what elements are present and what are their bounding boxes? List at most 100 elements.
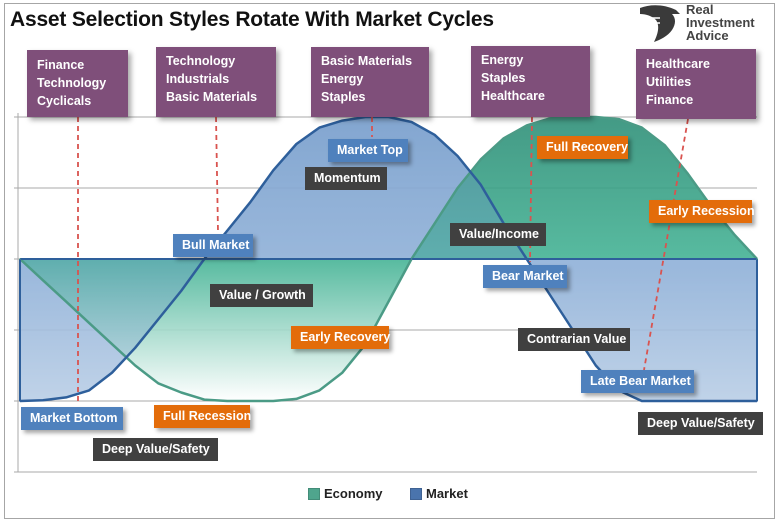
- market-point: [641, 400, 643, 402]
- economy-phase-label: Early Recovery: [291, 326, 390, 349]
- market-point: [134, 346, 136, 349]
- sector-item: Cyclicals: [37, 94, 92, 108]
- economy-point: [664, 144, 666, 147]
- sector-box: Technology Industrials Basic Materials: [156, 47, 276, 117]
- style-label: Deep Value/Safety: [93, 438, 218, 461]
- economy-point: [295, 398, 298, 400]
- economy-point: [226, 400, 229, 402]
- market-point: [272, 169, 275, 172]
- economy-point: [756, 258, 758, 260]
- sector-item: Finance: [37, 58, 85, 72]
- economy-point: [180, 391, 183, 394]
- market-point: [111, 371, 113, 374]
- market-phase-label: Late Bear Market: [581, 370, 694, 393]
- sector-item: Technology: [166, 54, 236, 68]
- economy-swatch-icon: [308, 487, 320, 500]
- market-phase-label: Market Top: [328, 139, 408, 162]
- sector-item: Utilities: [646, 75, 692, 89]
- market-point: [710, 400, 712, 402]
- economy-point: [733, 233, 735, 235]
- sector-item: Technology: [37, 76, 107, 90]
- sector-box: Energy Staples Healthcare: [471, 46, 590, 117]
- economy-point: [65, 300, 67, 303]
- market-point: [548, 293, 551, 296]
- economy-point: [548, 117, 551, 120]
- economy-point: [502, 137, 505, 140]
- brand-logo-text: Real Investment Advice: [686, 3, 755, 42]
- economy-phase-label: Full Recession: [154, 405, 251, 428]
- sector-item: Energy: [481, 53, 524, 67]
- economy-point: [387, 300, 390, 303]
- sector-item: Staples: [481, 71, 526, 85]
- legend-item-economy: Economy: [308, 486, 383, 501]
- economy-point: [618, 118, 620, 120]
- economy-point: [111, 343, 113, 346]
- market-point: [295, 143, 298, 145]
- economy-point: [341, 371, 344, 374]
- market-point: [65, 396, 67, 399]
- economy-point: [594, 116, 597, 118]
- style-label: Value/Income: [450, 223, 546, 246]
- market-point: [226, 229, 229, 232]
- sector-item: Basic Materials: [166, 90, 258, 104]
- economy-point: [157, 382, 159, 385]
- market-point: [318, 126, 321, 129]
- economy-point: [19, 258, 21, 260]
- sector-item: Staples: [321, 90, 366, 104]
- market-point: [687, 400, 689, 402]
- economy-point: [203, 398, 206, 401]
- sector-box: Healthcare Utilities Finance: [636, 49, 756, 119]
- economy-point: [42, 279, 44, 282]
- market-point: [594, 364, 597, 367]
- sector-box: Basic Materials Energy Staples: [311, 47, 429, 117]
- economy-point: [249, 400, 252, 402]
- market-point: [733, 400, 735, 402]
- economy-point: [479, 158, 482, 161]
- sector-item: Healthcare: [646, 57, 710, 71]
- market-point: [341, 119, 344, 122]
- market-point: [249, 201, 252, 203]
- style-label: Momentum: [305, 167, 387, 190]
- market-phase-label: Bull Market: [173, 234, 253, 257]
- market-point: [756, 400, 758, 402]
- legend-item-market: Market: [410, 486, 468, 501]
- economy-point: [433, 222, 436, 225]
- market-point: [19, 400, 21, 402]
- economy-point: [88, 322, 90, 324]
- market-point: [42, 399, 44, 402]
- style-label: Value / Growth: [210, 284, 313, 307]
- brand-line: Advice: [686, 28, 729, 43]
- sector-item: Energy: [321, 72, 364, 86]
- economy-point: [641, 126, 643, 129]
- economy-point: [318, 389, 321, 392]
- economy-point: [687, 173, 689, 175]
- economy-phase-label: Full Recovery: [537, 136, 628, 159]
- sector-dashed-line: [215, 116, 219, 233]
- market-point: [88, 389, 90, 392]
- market-point: [479, 183, 482, 186]
- style-label: Contrarian Value: [518, 328, 630, 351]
- economy-phase-label: Early Recession: [649, 200, 755, 223]
- market-phase-label: Market Bottom: [21, 407, 123, 430]
- style-label: Deep Value/Safety: [638, 412, 763, 435]
- legend-label: Economy: [324, 486, 383, 501]
- sector-box: Finance Technology Cyclicals: [27, 50, 128, 117]
- economy-point: [410, 258, 413, 260]
- market-point: [180, 290, 183, 292]
- market-swatch-icon: [410, 487, 422, 500]
- sector-item: Industrials: [166, 72, 230, 86]
- market-point: [525, 258, 528, 260]
- market-point: [433, 133, 436, 136]
- market-point: [410, 121, 413, 123]
- economy-point: [134, 364, 136, 367]
- sector-item: Basic Materials: [321, 54, 413, 68]
- economy-point: [272, 400, 275, 402]
- market-point: [456, 155, 459, 157]
- market-point: [664, 400, 666, 402]
- market-phase-label: Bear Market: [483, 265, 567, 288]
- sector-item: Healthcare: [481, 89, 545, 103]
- sector-item: Finance: [646, 93, 694, 107]
- economy-point: [525, 124, 528, 127]
- market-point: [157, 318, 159, 321]
- economy-point: [456, 187, 459, 189]
